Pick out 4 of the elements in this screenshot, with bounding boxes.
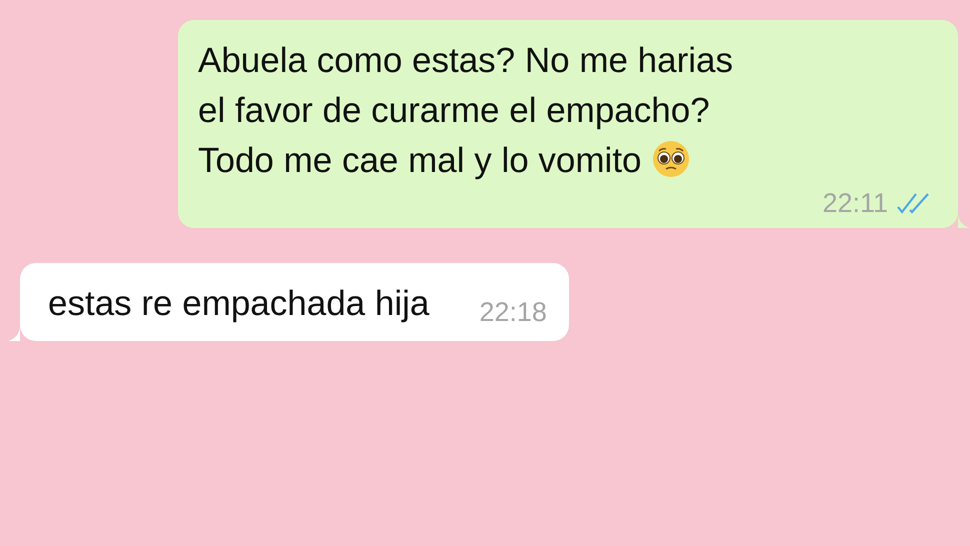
message-time: 22:11: [822, 187, 888, 220]
message-text: Abuela como estas? No me harias el favor de curarme el empacho? Todo me cae mal y lo vomito: [198, 41, 733, 180]
message-text: estas re empachada hija: [48, 284, 430, 323]
message-time: 22:18: [479, 296, 547, 329]
